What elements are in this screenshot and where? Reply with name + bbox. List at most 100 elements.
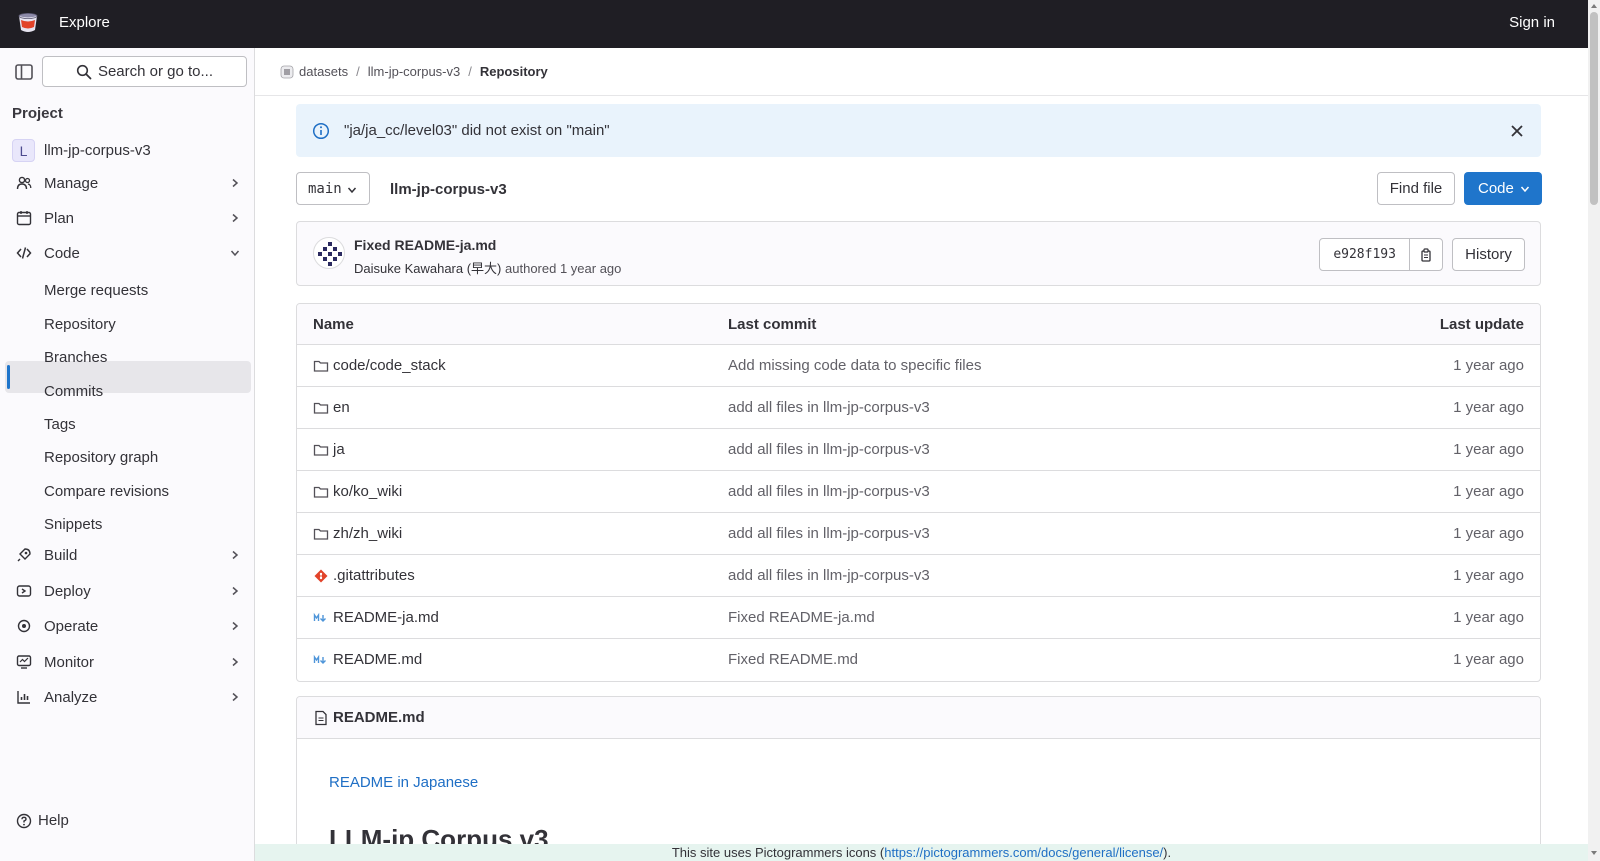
folder-icon	[313, 528, 329, 540]
explore-link[interactable]: Explore	[59, 14, 110, 31]
deploy-icon	[16, 585, 32, 597]
history-button[interactable]: History	[1452, 238, 1525, 271]
table-row[interactable]: en add all files in llm-jp-corpus-v3 1 y…	[297, 387, 1540, 429]
sidebar-item-operate[interactable]: Operate	[0, 609, 255, 643]
question-icon	[16, 813, 32, 828]
file-name[interactable]: zh/zh_wiki	[333, 525, 402, 542]
commit-message[interactable]: Add missing code data to specific files	[728, 357, 981, 374]
commit-message[interactable]: Fixed README.md	[728, 651, 858, 668]
users-icon	[16, 176, 32, 190]
scroll-down-arrow-icon[interactable]	[1590, 849, 1598, 857]
table-row[interactable]: README.md Fixed README.md 1 year ago	[297, 639, 1540, 681]
header-last-commit: Last commit	[728, 316, 817, 333]
sidebar-toggle-icon[interactable]	[14, 62, 34, 82]
breadcrumb-group[interactable]: datasets	[299, 64, 348, 79]
close-icon[interactable]	[1509, 123, 1525, 139]
readme-panel: README.md README in Japanese LLM-jp Corp…	[296, 696, 1541, 861]
table-row[interactable]: zh/zh_wiki add all files in llm-jp-corpu…	[297, 513, 1540, 555]
commit-authored-time: authored 1 year ago	[505, 261, 622, 276]
chevron-right-icon	[232, 692, 239, 702]
project-link[interactable]: L llm-jp-corpus-v3	[12, 139, 151, 162]
chevron-right-icon	[232, 213, 239, 223]
sidebar-subitem-branches[interactable]: Branches	[44, 349, 107, 366]
database-icon	[280, 65, 294, 78]
branch-selector[interactable]: main	[296, 172, 370, 205]
commit-title[interactable]: Fixed README-ja.md	[354, 237, 496, 253]
table-row[interactable]: code/code_stack Add missing code data to…	[297, 345, 1540, 387]
chevron-right-icon	[232, 621, 239, 631]
readme-filename[interactable]: README.md	[333, 709, 425, 726]
license-notice-prefix: This site uses Pictogrammers icons (	[671, 845, 885, 860]
sidebar-item-analyze[interactable]: Analyze	[0, 680, 255, 714]
file-name[interactable]: .gitattributes	[333, 567, 415, 584]
file-tree-table: Name Last commit Last update code/code_s…	[296, 303, 1541, 682]
commit-message[interactable]: add all files in llm-jp-corpus-v3	[728, 399, 930, 416]
active-item-highlight	[5, 361, 251, 393]
sidebar-subitem-merge-requests[interactable]: Merge requests	[44, 282, 148, 299]
scrollbar[interactable]	[1588, 0, 1600, 861]
sidebar-item-manage[interactable]: Manage	[0, 166, 255, 200]
gitlab-logo-icon[interactable]	[16, 11, 40, 35]
commit-sha[interactable]: e928f193	[1320, 239, 1411, 270]
code-dropdown-button[interactable]: Code	[1464, 172, 1542, 205]
code-icon	[16, 247, 32, 259]
alert-message: "ja/ja_cc/level03" did not exist on "mai…	[344, 122, 610, 139]
repository-title[interactable]: llm-jp-corpus-v3	[390, 181, 507, 198]
table-row[interactable]: README-ja.md Fixed README-ja.md 1 year a…	[297, 597, 1540, 639]
sidebar-subitem-repository-graph[interactable]: Repository graph	[44, 449, 158, 466]
license-link[interactable]: https://pictogrammers.com/docs/general/l…	[884, 845, 1163, 860]
commit-message[interactable]: add all files in llm-jp-corpus-v3	[728, 441, 930, 458]
commit-message[interactable]: add all files in llm-jp-corpus-v3	[728, 567, 930, 584]
sidebar-item-deploy[interactable]: Deploy	[0, 574, 255, 608]
sign-in-link[interactable]: Sign in	[1509, 14, 1555, 31]
chevron-down-icon	[1520, 186, 1530, 193]
sidebar-subitem-compare-revisions[interactable]: Compare revisions	[44, 483, 169, 500]
commit-message[interactable]: add all files in llm-jp-corpus-v3	[728, 483, 930, 500]
find-file-button[interactable]: Find file	[1377, 172, 1455, 205]
sidebar-item-build[interactable]: Build	[0, 538, 255, 572]
rocket-icon	[17, 548, 31, 562]
breadcrumb-project[interactable]: llm-jp-corpus-v3	[368, 64, 460, 79]
sidebar-subitem-repository[interactable]: Repository	[44, 316, 116, 333]
table-row[interactable]: ko/ko_wiki add all files in llm-jp-corpu…	[297, 471, 1540, 513]
folder-icon	[313, 486, 329, 498]
copy-sha-button[interactable]	[1410, 239, 1442, 270]
table-header: Name Last commit Last update	[297, 304, 1540, 345]
sidebar-subitem-tags[interactable]: Tags	[44, 416, 76, 433]
commit-message[interactable]: Fixed README-ja.md	[728, 609, 875, 626]
readme-japanese-link[interactable]: README in Japanese	[329, 774, 478, 791]
scrollbar-thumb[interactable]	[1590, 12, 1598, 205]
last-update: 1 year ago	[1453, 399, 1524, 416]
sidebar-item-monitor[interactable]: Monitor	[0, 645, 255, 679]
file-name[interactable]: code/code_stack	[333, 357, 446, 374]
search-button[interactable]: Search or go to...	[42, 56, 247, 87]
sidebar-subitem-commits[interactable]: Commits	[44, 383, 103, 400]
divider	[255, 95, 1588, 96]
sidebar: Search or go to... Project L llm-jp-corp…	[0, 48, 255, 861]
file-name[interactable]: ko/ko_wiki	[333, 483, 402, 500]
commit-author[interactable]: Daisuke Kawahara (早大)	[354, 261, 501, 276]
file-name[interactable]: README-ja.md	[333, 609, 439, 626]
commit-sha-group: e928f193	[1319, 238, 1443, 271]
monitor-icon	[16, 655, 32, 669]
table-row[interactable]: .gitattributes add all files in llm-jp-c…	[297, 555, 1540, 597]
file-name[interactable]: README.md	[333, 651, 422, 668]
sidebar-item-code[interactable]: Code	[0, 236, 255, 270]
last-update: 1 year ago	[1453, 525, 1524, 542]
sidebar-subitem-snippets[interactable]: Snippets	[44, 516, 102, 533]
project-heading: Project	[12, 105, 63, 122]
chevron-down-icon	[230, 250, 240, 257]
table-row[interactable]: ja add all files in llm-jp-corpus-v3 1 y…	[297, 429, 1540, 471]
scroll-up-arrow-icon[interactable]	[1590, 2, 1598, 10]
code-button-label: Code	[1478, 180, 1514, 197]
commit-message[interactable]: add all files in llm-jp-corpus-v3	[728, 525, 930, 542]
file-name[interactable]: ja	[333, 441, 345, 458]
help-button[interactable]: Help	[16, 812, 69, 829]
author-avatar[interactable]	[313, 237, 345, 269]
chevron-down-icon	[347, 187, 357, 194]
file-name[interactable]: en	[333, 399, 350, 416]
breadcrumb-current[interactable]: Repository	[480, 64, 548, 79]
readme-header: README.md	[297, 697, 1540, 739]
sidebar-item-plan[interactable]: Plan	[0, 201, 255, 235]
sidebar-item-label: Build	[44, 546, 78, 564]
